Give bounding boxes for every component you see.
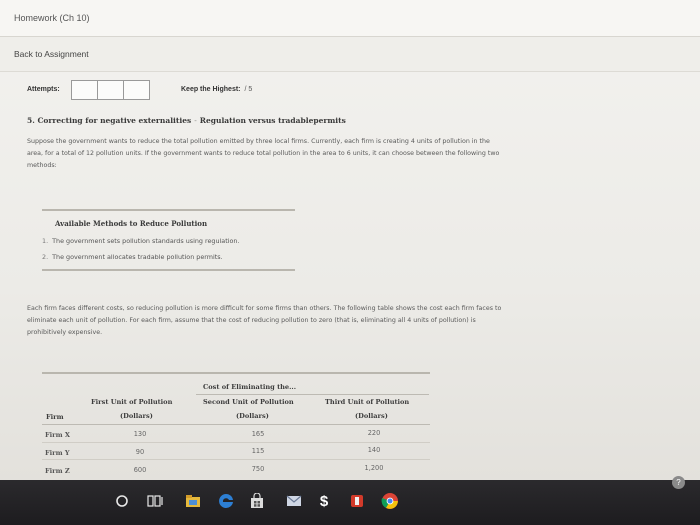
help-icon[interactable]: ? [672,476,685,489]
method-number: 2. [42,253,49,261]
cost-paragraph: Each firm faces different costs, so redu… [27,303,637,339]
row-firm-label: Firm Z [45,467,70,475]
question-subtitle: Regulation versus tradablepermits [199,116,346,125]
table-cell: 90 [135,448,145,456]
intro-paragraph: Suppose the government wants to reduce t… [27,136,627,172]
mail-icon[interactable] [283,490,305,512]
table-cell: 220 [367,429,381,437]
method-number: 1. [42,237,49,245]
method-item-2: 2. The government allocates tradable poll… [42,253,223,261]
table-top-divider [42,372,430,374]
office-app-icon[interactable] [346,490,368,512]
keep-highest-label: Keep the Highest:/ 5 [181,86,252,93]
cost-line-3: prohibitively expensive. [27,329,103,336]
column-header-first: First Unit of Pollution [91,398,173,406]
row-rule [42,459,430,460]
attempt-boxes [71,80,150,100]
sub-bar: Back to Assignment [0,37,700,72]
column-header-second: Second Unit of Pollution [203,398,294,406]
table-cell: 130 [133,430,147,438]
group-header-rule [196,394,429,395]
column-header-third: Third Unit of Pollution [325,398,410,406]
question-title-main: 5. Correcting for negative externalities [27,116,192,125]
chrome-icon[interactable] [379,490,401,512]
question-title: 5. Correcting for negative externalities… [27,116,346,125]
table-cell: 140 [367,446,381,454]
table-cell: 600 [133,466,147,474]
attempt-box [97,80,124,100]
task-view-icon[interactable] [144,490,166,512]
table-cell: 1,200 [364,464,384,472]
start-circle-icon[interactable] [111,490,133,512]
methods-bottom-divider [42,269,295,271]
row-rule [42,442,430,443]
column-unit-second: (Dollars) [236,412,269,420]
table-cell: 165 [251,430,265,438]
row-firm-label: Firm Y [45,449,70,457]
question-title-dash: - [194,116,197,125]
cost-line-1: Each firm faces different costs, so redu… [27,305,502,312]
table-group-header: Cost of Eliminating the... [203,383,296,391]
intro-line-1: Suppose the government wants to reduce t… [27,138,490,145]
attempts-label: Attempts: [27,86,60,93]
table-cell: 115 [251,447,265,455]
keep-highest-value: / 5 [244,86,253,93]
column-header-firm: Firm [46,413,64,421]
dollar-app-icon[interactable]: $ [313,490,335,512]
page: Homework (Ch 10) Back to Assignment Atte… [0,0,700,480]
cost-line-2: eliminate each unit of pollution. For ea… [27,317,476,324]
intro-line-3: methods: [27,162,57,169]
intro-line-2: area, for a total of 12 pollution units.… [27,150,500,157]
homework-title: Homework (Ch 10) [14,13,90,23]
header-rule [42,424,430,425]
attempt-box [123,80,150,100]
attempt-box [71,80,98,100]
top-bar: Homework (Ch 10) [0,0,700,37]
methods-top-divider [42,209,295,211]
method-item-1: 1. The government sets pollution standard… [42,237,239,245]
row-firm-label: Firm X [45,431,71,439]
table-cell: 750 [251,465,265,473]
method-text: The government sets pollution standards … [52,237,240,245]
taskbar: $ [0,480,700,525]
back-to-assignment-link[interactable]: Back to Assignment [14,49,89,59]
store-icon[interactable] [246,490,268,512]
method-text: The government allocates tradable pollut… [52,253,223,261]
column-unit-third: (Dollars) [355,412,388,420]
methods-title: Available Methods to Reduce Pollution [55,219,208,228]
edge-browser-icon[interactable] [215,490,237,512]
keep-highest-text: Keep the Highest: [181,86,241,93]
file-explorer-icon[interactable] [182,490,204,512]
column-unit-first: (Dollars) [120,412,153,420]
